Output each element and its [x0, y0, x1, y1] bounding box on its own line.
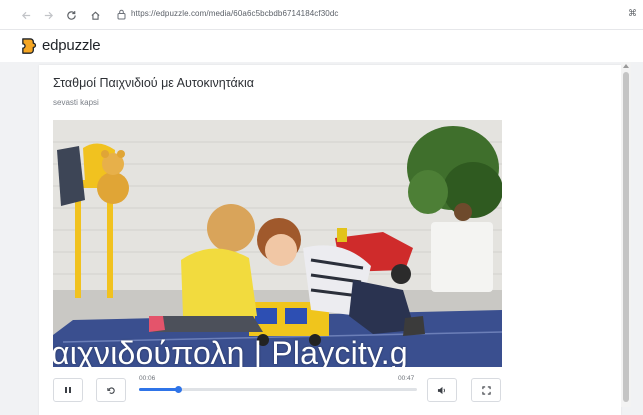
video-subtitle-text: αιχνιδούπολη | Playcity.g [53, 335, 408, 367]
address-bar-url[interactable]: https://edpuzzle.com/media/60a6c5bcbdb67… [131, 9, 338, 18]
volume-icon [437, 386, 445, 394]
replay-icon [106, 386, 115, 394]
duration: 00:47 [398, 375, 415, 382]
fullscreen-icon [481, 385, 491, 395]
video-scene-image [53, 120, 502, 367]
edpuzzle-logo-icon[interactable] [20, 37, 39, 56]
video-title: Σταθμοί Παιχνιδιού με Αυτοκινητάκια [53, 76, 255, 90]
site-header: edpuzzle [0, 30, 643, 62]
extension-icon[interactable]: ⌘ [628, 8, 637, 19]
progress-handle[interactable] [174, 386, 182, 393]
reload-icon[interactable] [63, 7, 79, 23]
brand-name[interactable]: edpuzzle [42, 37, 101, 54]
replay-button[interactable] [96, 378, 126, 402]
scroll-up-icon[interactable] [623, 64, 629, 68]
pause-button[interactable] [53, 378, 83, 402]
progress-fill [139, 388, 178, 391]
arrow-right-icon[interactable] [40, 7, 56, 23]
browser-toolbar: https://edpuzzle.com/media/60a6c5bcbdb67… [0, 0, 643, 30]
home-icon[interactable] [87, 7, 103, 23]
progress-bar[interactable] [139, 386, 417, 393]
video-author[interactable]: sevasti kapsi [53, 98, 99, 107]
lock-icon [117, 9, 126, 20]
pause-icon [65, 387, 71, 393]
fullscreen-button[interactable] [471, 378, 501, 402]
current-time: 00:06 [139, 375, 156, 382]
video-card: Σταθμοί Παιχνιδιού με Αυτοκινητάκια seva… [39, 65, 621, 415]
volume-button[interactable] [427, 378, 457, 402]
scrollbar-thumb[interactable] [623, 72, 629, 402]
video-frame[interactable]: αιχνιδούπολη | Playcity.g [53, 120, 502, 367]
page-scrollbar[interactable] [621, 62, 631, 407]
arrow-left-icon[interactable] [18, 7, 34, 23]
